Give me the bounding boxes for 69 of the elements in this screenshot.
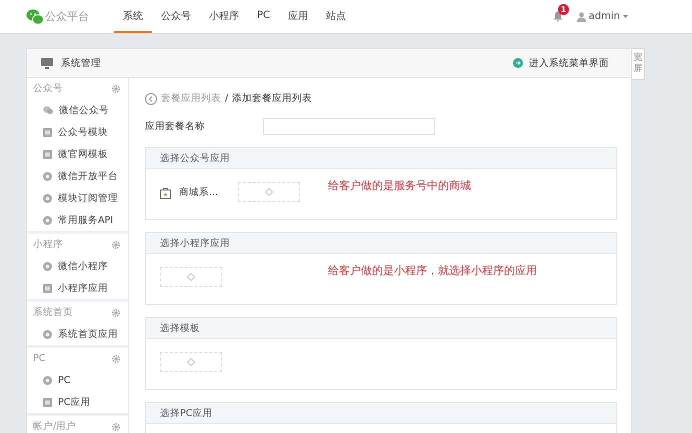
caret-icon — [623, 15, 628, 18]
circle-arrow-icon — [513, 58, 523, 68]
sidebar-item[interactable]: PC应用 — [27, 391, 90, 413]
diamond-icon — [187, 358, 195, 366]
window-icon — [43, 128, 52, 136]
chat-icon — [43, 106, 53, 114]
shop-bag-icon — [160, 186, 171, 198]
section-title: 选择PC应用 — [160, 406, 212, 420]
breadcrumb-current: 添加套餐应用列表 — [232, 92, 312, 105]
sidebar-item[interactable]: 微信小程序 — [27, 255, 108, 277]
sidebar-item[interactable]: 模块订阅管理 — [27, 187, 118, 209]
app-name: 商城系... — [179, 186, 218, 199]
breadcrumb-separator: / — [225, 93, 228, 104]
sidebar-item[interactable]: 公众号模块 — [27, 121, 108, 143]
add-app-button[interactable] — [238, 182, 300, 202]
sidebar-item[interactable]: 微官网模板 — [27, 143, 108, 165]
logo-text: 公众平台 — [45, 9, 89, 24]
group-title: 系统首页 — [33, 306, 73, 319]
user-icon — [576, 12, 586, 22]
circle-icon — [43, 376, 52, 384]
notification-badge: 1 — [558, 4, 570, 15]
circle-icon — [43, 330, 52, 338]
menu-link[interactable]: 进入系统菜单界面 — [513, 56, 609, 70]
group-title: 帐户/用户 — [33, 420, 76, 433]
section-title: 选择模板 — [160, 322, 200, 334]
section-title: 选择小程序应用 — [160, 236, 230, 250]
nav-tab[interactable]: PC — [248, 0, 280, 33]
annotation-text: 给客户做的是小程序，就选择小程序的应用 — [328, 263, 537, 278]
window-icon — [43, 150, 52, 158]
nav-tab[interactable]: 公众号 — [152, 0, 200, 33]
sidebar-item[interactable]: 微信公众号 — [27, 99, 109, 121]
back-icon[interactable] — [145, 92, 157, 104]
nav-tab[interactable]: 站点 — [317, 0, 356, 33]
annotation-text: 给客户做的是服务号中的商城 — [328, 178, 471, 193]
gear-icon[interactable] — [112, 240, 120, 248]
name-input-field[interactable] — [263, 118, 435, 135]
sidebar-item[interactable]: PC — [27, 369, 70, 391]
circle-icon — [43, 194, 52, 202]
window-icon — [43, 398, 52, 406]
panel-title: 系统管理 — [61, 56, 101, 70]
nav-tab[interactable]: 系统 — [114, 0, 152, 33]
nav-tab[interactable]: 小程序 — [200, 0, 248, 33]
circle-icon — [43, 216, 52, 224]
field-label: 应用套餐名称 — [145, 120, 206, 133]
add-app-button[interactable] — [160, 352, 222, 372]
wide-screen-toggle[interactable]: 宽屏 — [632, 48, 645, 80]
group-title: 公众号 — [33, 82, 63, 95]
group-title: PC — [33, 353, 46, 364]
monitor-icon — [41, 58, 53, 68]
gear-icon[interactable] — [112, 84, 120, 92]
sidebar-item[interactable]: 微信开放平台 — [27, 165, 118, 187]
sidebar-item[interactable]: 系统首页应用 — [27, 323, 118, 345]
gear-icon[interactable] — [112, 308, 120, 316]
group-title: 小程序 — [33, 238, 63, 251]
gear-icon[interactable] — [112, 354, 120, 362]
user-menu[interactable]: admin — [576, 11, 628, 22]
chat-bubbles-icon — [26, 8, 44, 24]
bell-icon[interactable] — [552, 11, 563, 22]
gear-icon[interactable] — [112, 422, 120, 430]
sidebar-item[interactable]: 小程序应用 — [27, 277, 108, 299]
diamond-icon — [265, 188, 274, 196]
circle-icon — [43, 172, 52, 180]
window-icon — [43, 284, 52, 292]
section-title: 选择公众号应用 — [160, 152, 230, 164]
circle-icon — [43, 262, 52, 270]
add-app-button[interactable] — [160, 267, 222, 287]
nav-tab[interactable]: 应用 — [279, 0, 318, 33]
sidebar-item[interactable]: 常用服务API — [27, 209, 114, 231]
diamond-icon — [187, 273, 195, 281]
